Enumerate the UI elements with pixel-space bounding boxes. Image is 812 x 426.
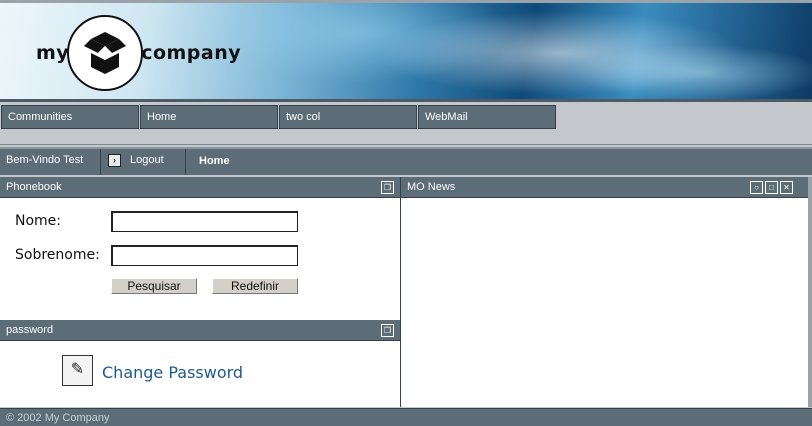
nome-input[interactable] — [111, 211, 298, 232]
nav-item-webmail[interactable]: WebMail — [418, 105, 556, 129]
password-title: password — [6, 324, 54, 336]
news-title: MO News — [407, 181, 456, 193]
phonebook-title: Phonebook — [6, 181, 62, 193]
close-icon[interactable]: ✕ — [780, 181, 793, 194]
password-portlet-body: ✎ Change Password — [0, 342, 400, 407]
logo-word-company: company — [141, 42, 242, 64]
company-logo[interactable]: my company — [36, 15, 242, 91]
maximize-icon[interactable]: □ — [765, 181, 778, 194]
logo-word-my: my — [36, 42, 70, 64]
welcome-user: Bem-Vindo Test — [0, 149, 101, 175]
edit-document-icon[interactable]: ✎ — [62, 355, 93, 386]
main-nav: Communities Home two col WebMail — [0, 104, 812, 129]
nome-label: Nome: — [15, 213, 62, 229]
welcome-bar: Bem-Vindo Test › Logout Home — [0, 147, 812, 175]
current-page-label: Home — [199, 155, 230, 167]
news-portlet-header: MO News ○ □ ✕ — [401, 177, 808, 198]
search-button[interactable]: Pesquisar — [111, 278, 197, 294]
logout-button[interactable]: › Logout — [102, 149, 186, 175]
phonebook-portlet-header: Phonebook ❐ — [0, 177, 400, 198]
logout-label: Logout — [130, 154, 164, 166]
left-column: Phonebook ❐ Nome: Sobrenome: Pesquisar R… — [0, 177, 401, 407]
footer-copyright: © 2002 My Company — [0, 408, 812, 426]
password-portlet-header: password ❐ — [0, 320, 400, 341]
nav-item-two-col[interactable]: two col — [279, 105, 417, 129]
sobrenome-input[interactable] — [111, 245, 298, 266]
nav-stripe — [0, 129, 812, 145]
header-banner: my company — [0, 0, 812, 102]
change-password-link[interactable]: Change Password — [102, 363, 243, 382]
right-column: MO News ○ □ ✕ — [401, 177, 812, 407]
restore-icon[interactable]: ❐ — [381, 181, 394, 194]
nav-item-communities[interactable]: Communities — [1, 105, 139, 129]
restore-icon[interactable]: ❐ — [381, 324, 394, 337]
sobrenome-label: Sobrenome: — [15, 247, 100, 263]
reset-button[interactable]: Redefinir — [212, 278, 298, 294]
arrow-right-icon: › — [108, 154, 121, 167]
nav-item-home[interactable]: Home — [140, 105, 278, 129]
box-logo-icon — [67, 15, 144, 91]
minimize-icon[interactable]: ○ — [750, 181, 763, 194]
